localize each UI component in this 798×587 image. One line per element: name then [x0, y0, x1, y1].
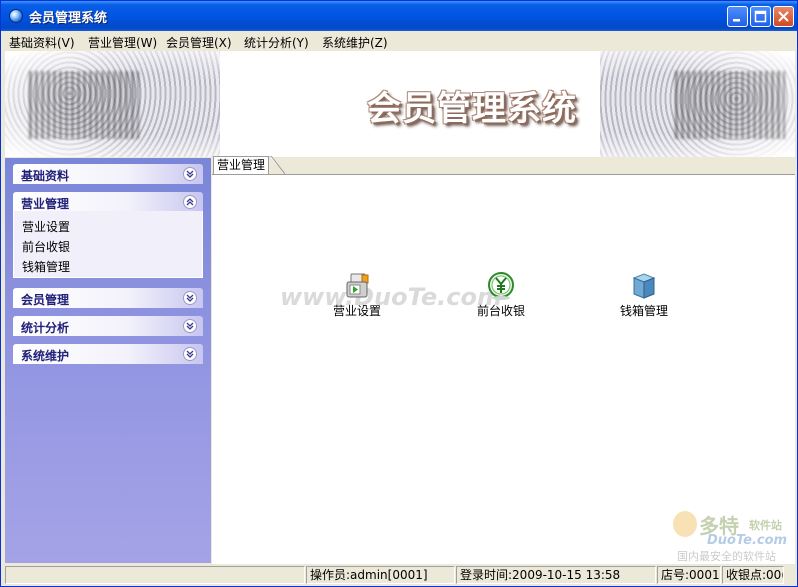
tile-cash-box[interactable]: 钱箱管理 — [599, 271, 689, 319]
chevron-double-up-icon[interactable] — [183, 195, 197, 209]
tile-label: 营业设置 — [332, 304, 381, 318]
status-bar: 操作员:admin[0001] 登录时间:2009-10-15 13:58 店号… — [1, 564, 797, 586]
nav-group-label: 统计分析 — [21, 321, 70, 335]
nav-group-label: 营业管理 — [21, 197, 70, 211]
app-globe-icon[interactable] — [9, 9, 23, 23]
menu-members[interactable]: 会员管理(X) — [166, 34, 232, 51]
nav-group-label: 会员管理 — [21, 293, 70, 307]
chevron-double-down-icon[interactable] — [183, 347, 197, 361]
nav-group-label: 基础资料 — [21, 169, 70, 183]
nav-link-business-settings[interactable]: 营业设置 — [22, 218, 70, 235]
nav-group-label: 系统维护 — [21, 349, 70, 363]
maximize-button[interactable] — [750, 6, 771, 27]
content-panel: www.DuoTe.com 营业设置 前台收银 钱箱管理 多特 软件站 DuoT… — [212, 174, 795, 564]
mascot-icon — [673, 511, 697, 537]
menu-system[interactable]: 系统维护(Z) — [322, 34, 388, 51]
nav-group-business[interactable]: 营业管理 — [13, 192, 203, 212]
tile-business-settings[interactable]: 营业设置 — [312, 271, 402, 319]
menu-business[interactable]: 营业管理(W) — [88, 34, 157, 51]
banner-bars-left — [29, 71, 139, 139]
nav-group-members[interactable]: 会员管理 — [13, 288, 203, 308]
close-button[interactable] — [773, 6, 794, 27]
nav-group-system[interactable]: 系统维护 — [13, 344, 203, 364]
nav-link-cash-box[interactable]: 钱箱管理 — [22, 258, 70, 275]
yuan-coin-icon — [488, 272, 514, 300]
title-bar[interactable]: 会员管理系统 — [1, 1, 797, 31]
tile-label: 前台收银 — [476, 304, 525, 318]
status-blank — [5, 566, 305, 584]
chevron-double-down-icon[interactable] — [183, 167, 197, 181]
tile-label: 钱箱管理 — [619, 304, 668, 318]
tab-slant-edge — [269, 156, 285, 174]
corner-watermark: 多特 软件站 DuoTe.com 国内最安全的软件站 — [667, 508, 795, 564]
nav-group-basic-data[interactable]: 基础资料 — [13, 164, 203, 184]
tab-business[interactable]: 营业管理 — [213, 156, 270, 175]
nav-group-statistics[interactable]: 统计分析 — [13, 316, 203, 336]
nav-link-front-cashier[interactable]: 前台收银 — [22, 238, 70, 255]
app-window: 会员管理系统 基础资料(V) 营业管理(W) 会员管理(X) 统计分析(Y) 系… — [0, 0, 798, 587]
banner-title: 会员管理系统 — [367, 89, 577, 129]
status-operator: 操作员:admin[0001] — [306, 566, 455, 584]
banner-bars-right — [675, 71, 785, 139]
sidebar: 基础资料 营业管理 营业设置 前台收银 钱箱管理 会员管理 统计分析 系统维护 — [5, 158, 211, 563]
watermark-line: 国内最安全的软件站 — [677, 550, 776, 563]
nav-panel-business: 营业设置 前台收银 钱箱管理 — [13, 211, 203, 278]
close-icon — [778, 11, 789, 22]
tile-front-cashier[interactable]: 前台收银 — [456, 271, 546, 319]
chevron-double-down-icon[interactable] — [183, 291, 197, 305]
banner: 会员管理系统 — [5, 51, 795, 157]
status-store: 店号:0001 — [657, 566, 721, 584]
status-login-time: 登录时间:2009-10-15 13:58 — [456, 566, 656, 584]
minimize-button[interactable] — [727, 6, 748, 27]
window-title: 会员管理系统 — [29, 11, 108, 26]
minimize-icon — [733, 19, 740, 22]
menu-statistics[interactable]: 统计分析(Y) — [244, 34, 309, 51]
watermark-domain: DuoTe.com — [707, 533, 788, 548]
status-cashier: 收银点:00( — [722, 566, 784, 584]
menu-bar: 基础资料(V) 营业管理(W) 会员管理(X) 统计分析(Y) 系统维护(Z) — [1, 31, 797, 51]
menu-basic-data[interactable]: 基础资料(V) — [9, 34, 75, 51]
chevron-double-down-icon[interactable] — [183, 319, 197, 333]
watermark-tag: 软件站 — [749, 519, 782, 532]
maximize-icon — [754, 10, 767, 23]
cash-box-icon — [632, 273, 656, 299]
settings-cash-icon — [346, 273, 369, 298]
